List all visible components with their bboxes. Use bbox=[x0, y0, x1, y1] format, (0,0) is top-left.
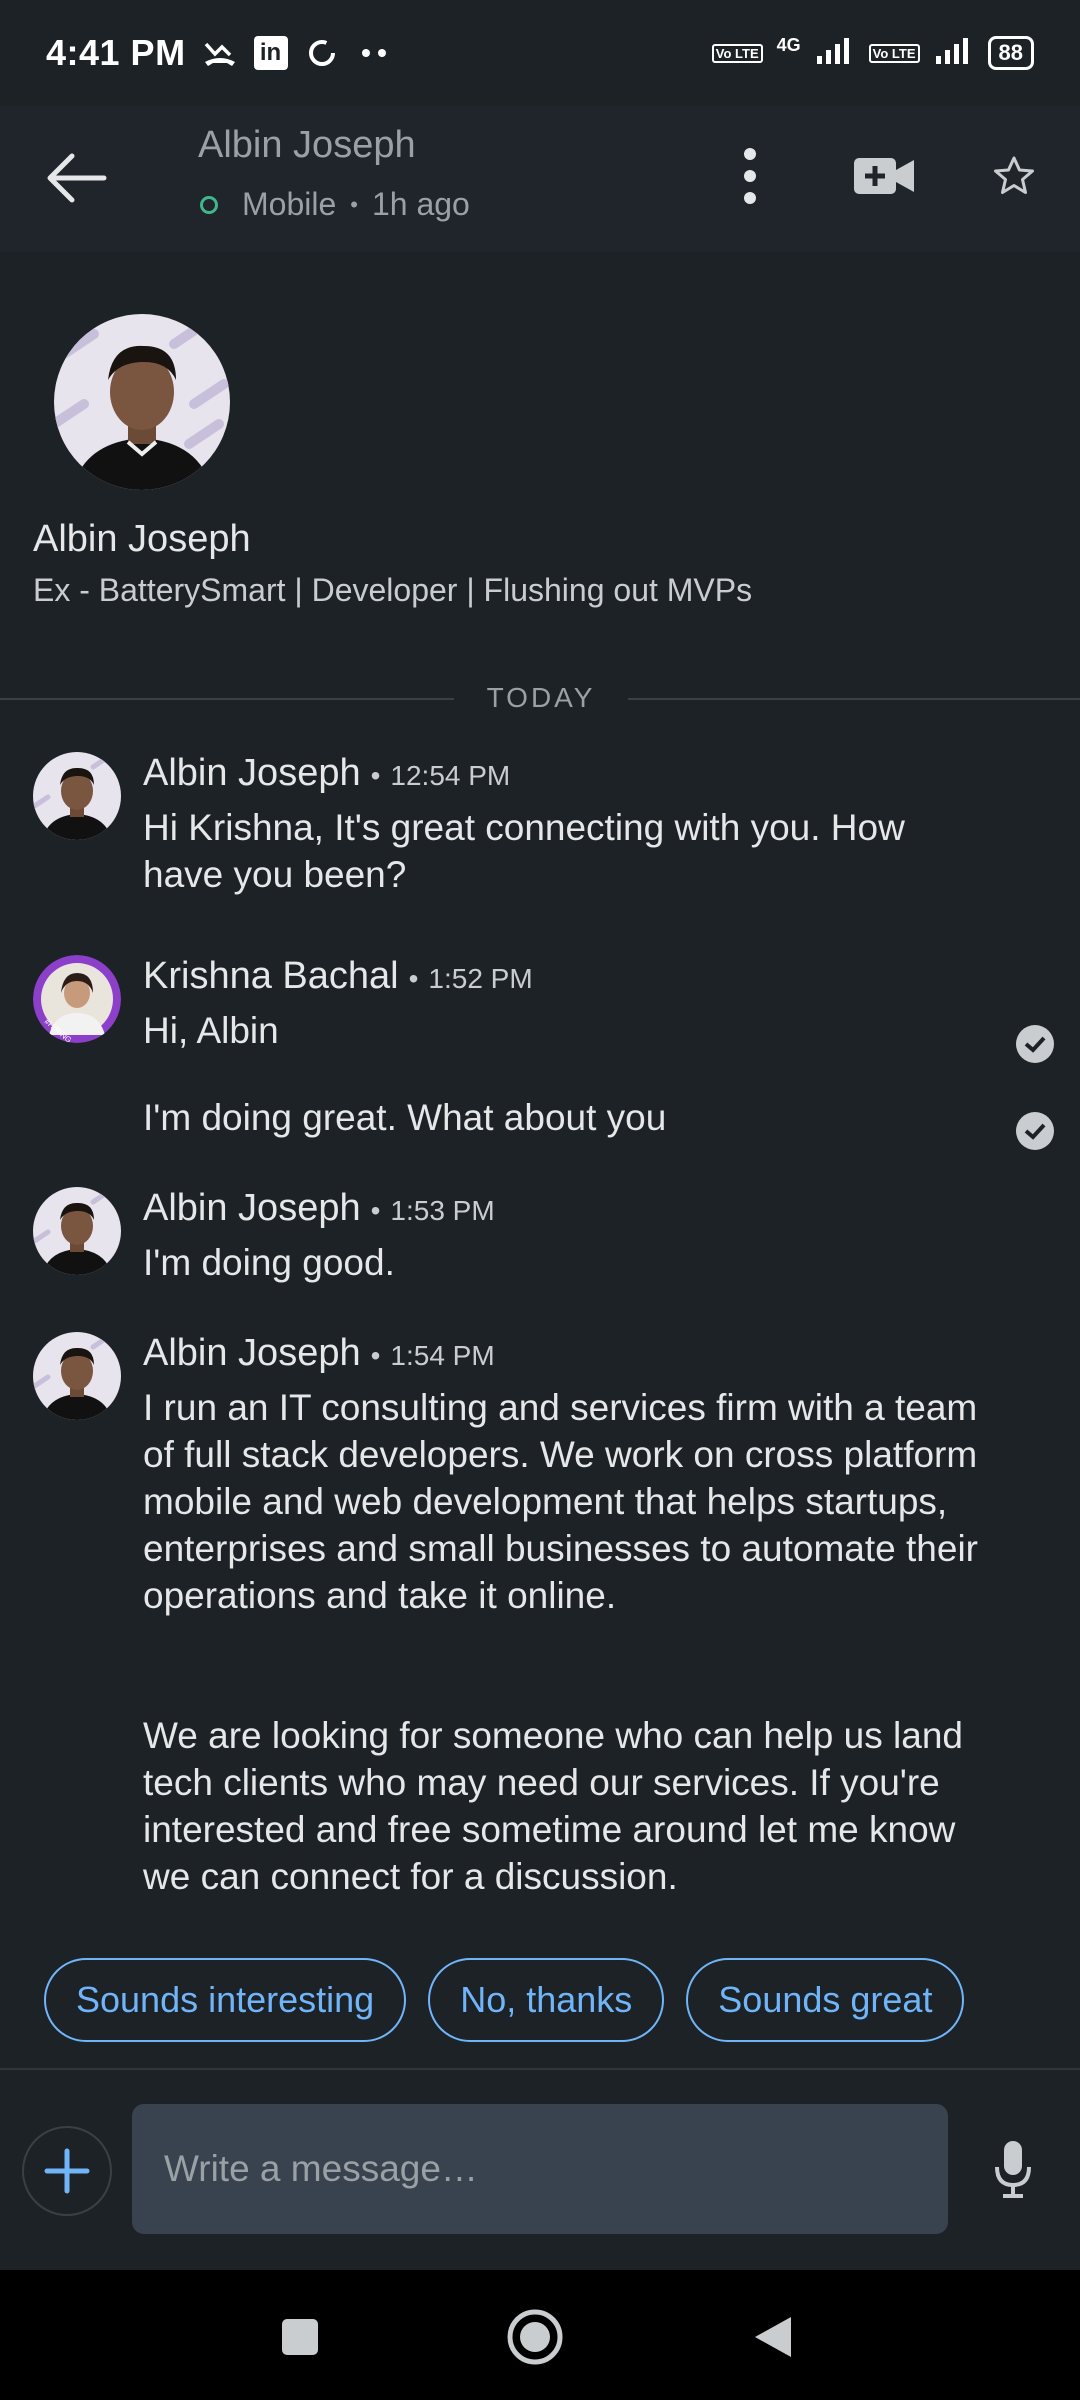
read-receipt-icon bbox=[1016, 1025, 1054, 1063]
message-text: I'm doing great. What about you bbox=[143, 1097, 667, 1138]
presence-status: Mobile • 1h ago bbox=[198, 186, 470, 223]
message-time: 12:54 PM bbox=[390, 760, 511, 791]
message-time: 1:53 PM bbox=[390, 1195, 495, 1226]
divider-line-left bbox=[0, 698, 454, 700]
message-text: We are looking for someone who can help … bbox=[143, 1715, 963, 1897]
sender-avatar[interactable] bbox=[33, 1187, 121, 1275]
conversation-header: Albin Joseph Mobile • 1h ago bbox=[0, 106, 1080, 252]
star-button[interactable] bbox=[982, 140, 1046, 212]
system-back-button[interactable] bbox=[738, 2302, 808, 2372]
quick-reply-sounds-great[interactable]: Sounds great bbox=[686, 1958, 965, 2042]
network-type: 4G bbox=[776, 34, 801, 55]
quick-reply-no-thanks[interactable]: No, thanks bbox=[428, 1958, 665, 2042]
home-button[interactable] bbox=[500, 2302, 570, 2372]
attach-button[interactable] bbox=[22, 2126, 112, 2216]
video-call-button[interactable] bbox=[852, 140, 916, 212]
voice-message-button[interactable] bbox=[986, 2136, 1040, 2202]
presence-separator: • bbox=[350, 191, 358, 217]
message-text: Hi Krishna, It's great connecting with y… bbox=[143, 807, 905, 895]
quick-replies: Sounds interesting No, thanks Sounds gre… bbox=[44, 1958, 965, 2042]
read-receipt-icon bbox=[1016, 1112, 1054, 1150]
message-time: 1:54 PM bbox=[390, 1340, 495, 1371]
separator-dot: • bbox=[370, 1340, 381, 1371]
sender-name[interactable]: Albin Joseph bbox=[143, 1187, 361, 1230]
date-divider: TODAY bbox=[0, 680, 1080, 720]
separator-dot: • bbox=[370, 1195, 381, 1226]
message-text: I'm doing good. bbox=[143, 1242, 395, 1283]
system-navigation-bar bbox=[0, 2270, 1080, 2400]
arrow-left-icon bbox=[47, 153, 107, 203]
message-header: Krishna Bachal • 1:52 PM bbox=[143, 955, 533, 998]
message-composer bbox=[0, 2070, 1080, 2270]
profile-headline: Ex - BatterySmart | Developer | Flushing… bbox=[33, 572, 753, 608]
separator-dot: • bbox=[408, 963, 419, 994]
star-icon bbox=[994, 156, 1034, 194]
date-divider-label: TODAY bbox=[486, 682, 596, 713]
video-call-icon bbox=[854, 158, 914, 194]
status-time: 4:41 PM bbox=[46, 32, 186, 73]
sender-avatar[interactable] bbox=[33, 752, 121, 840]
microphone-icon bbox=[995, 2141, 1031, 2198]
recents-square-icon bbox=[282, 2319, 318, 2355]
online-status-icon bbox=[200, 195, 218, 214]
back-triangle-icon bbox=[755, 2317, 791, 2357]
profile-name[interactable]: Albin Joseph bbox=[33, 518, 251, 561]
message-time: 1:52 PM bbox=[428, 963, 533, 994]
sync-icon bbox=[304, 35, 340, 71]
divider-line-right bbox=[628, 698, 1080, 700]
back-button[interactable] bbox=[44, 150, 108, 206]
plus-icon bbox=[44, 2148, 90, 2194]
sender-name[interactable]: Albin Joseph bbox=[143, 752, 361, 795]
missed-call-icon bbox=[202, 35, 238, 71]
sender-name[interactable]: Albin Joseph bbox=[143, 1332, 361, 1375]
header-contact-name[interactable]: Albin Joseph bbox=[198, 124, 416, 167]
message-header: Albin Joseph • 12:54 PM bbox=[143, 752, 510, 795]
message-header: Albin Joseph • 1:54 PM bbox=[143, 1332, 495, 1375]
message-header: Albin Joseph • 1:53 PM bbox=[143, 1187, 495, 1230]
battery-level: 88 bbox=[998, 40, 1023, 65]
profile-avatar[interactable] bbox=[54, 314, 230, 490]
message-input[interactable] bbox=[132, 2104, 948, 2234]
status-bar: 4:41 PM in Vo LTE 4G Vo LTE 88 bbox=[0, 0, 1080, 106]
more-options-button[interactable] bbox=[718, 140, 782, 212]
more-notifications-icon bbox=[356, 35, 392, 71]
quick-reply-sounds-interesting[interactable]: Sounds interesting bbox=[44, 1958, 407, 2042]
volte-icon: Vo LTE bbox=[711, 43, 763, 63]
presence-device: Mobile bbox=[242, 186, 337, 222]
presence-last-seen: 1h ago bbox=[371, 186, 470, 222]
recents-button[interactable] bbox=[265, 2302, 335, 2372]
more-vertical-icon bbox=[744, 148, 756, 204]
battery-icon: 88 bbox=[987, 36, 1034, 70]
sender-name[interactable]: Krishna Bachal bbox=[143, 955, 399, 998]
home-circle-icon bbox=[507, 2309, 563, 2365]
sender-avatar[interactable]: #HIRING bbox=[33, 955, 121, 1043]
linkedin-notification-icon: in bbox=[253, 36, 288, 70]
volte-icon-2: Vo LTE bbox=[868, 43, 920, 63]
message-text: Hi, Albin bbox=[143, 1010, 279, 1051]
message-text: I run an IT consulting and services firm… bbox=[143, 1387, 978, 1616]
signal-icon bbox=[815, 36, 855, 71]
signal-icon-2 bbox=[934, 36, 974, 71]
sender-avatar[interactable] bbox=[33, 1332, 121, 1420]
separator-dot: • bbox=[370, 760, 381, 791]
